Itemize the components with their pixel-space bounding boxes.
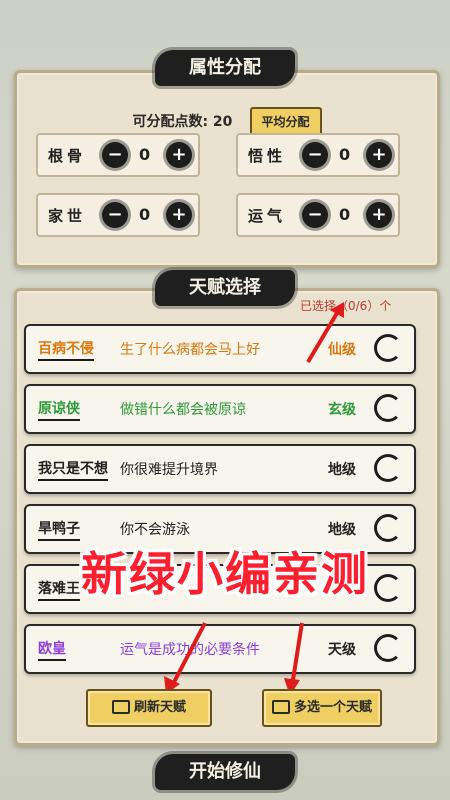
attr-insight: 悟性 − 0 + [236, 133, 400, 177]
attributes-panel: 可分配点数: 20 平均分配 根骨 − 0 + 悟性 − 0 + 家世 − 0 … [14, 70, 440, 268]
talent-title: 天赋选择 [155, 270, 295, 306]
talent-grade: 玄级 [328, 402, 356, 418]
talent-grade: 天级 [328, 642, 356, 658]
talent-card[interactable]: 欧皇 运气是成功的必要条件 天级 [24, 624, 416, 674]
multi-select-talent-button[interactable]: 多选一个天赋 [262, 689, 382, 727]
talent-desc: 你不会游泳 [120, 522, 190, 538]
talent-card[interactable]: 我只是不想 你很难提升境界 地级 [24, 444, 416, 494]
points-label: 可分配点数: 20 [132, 114, 233, 130]
plus-button[interactable]: + [166, 202, 192, 228]
attr-label: 悟性 [248, 147, 287, 165]
multi-label: 多选一个天赋 [293, 700, 372, 715]
plus-button[interactable]: + [366, 202, 392, 228]
video-icon [271, 699, 290, 714]
attr-luck: 运气 − 0 + [236, 193, 400, 237]
minus-button[interactable]: − [102, 142, 128, 168]
talent-name: 欧皇 [38, 638, 66, 661]
talent-name: 我只是不想 [38, 458, 108, 481]
select-circle-icon[interactable] [374, 334, 402, 362]
attr-value: 0 [139, 205, 151, 224]
minus-button[interactable]: − [302, 202, 328, 228]
talent-grade: 地级 [328, 462, 356, 478]
talent-desc: 生了什么病都会马上好 [120, 342, 260, 358]
refresh-label: 刷新天赋 [133, 700, 186, 715]
talent-card[interactable]: 原谅侠 做错什么都会被原谅 玄级 [24, 384, 416, 434]
attr-family: 家世 − 0 + [36, 193, 200, 237]
attr-root: 根骨 − 0 + [36, 133, 200, 177]
attr-value: 0 [339, 145, 351, 164]
video-icon [111, 699, 130, 714]
minus-button[interactable]: − [102, 202, 128, 228]
plus-button[interactable]: + [166, 142, 192, 168]
talent-grade: 地级 [328, 522, 356, 538]
start-cultivation-button[interactable]: 开始修仙 [155, 754, 295, 790]
talent-card[interactable]: 百病不侵 生了什么病都会马上好 仙级 [24, 324, 416, 374]
select-circle-icon[interactable] [374, 454, 402, 482]
red-arrow-icon [164, 622, 207, 694]
select-circle-icon[interactable] [374, 634, 402, 662]
refresh-talent-button[interactable]: 刷新天赋 [86, 689, 212, 727]
select-circle-icon[interactable] [374, 394, 402, 422]
watermark-text: 新绿小编亲测 [81, 547, 369, 601]
talent-desc: 做错什么都会被原谅 [120, 402, 246, 418]
attr-label: 运气 [248, 207, 287, 225]
average-allocate-button[interactable]: 平均分配 [249, 107, 322, 136]
attr-label: 根骨 [48, 147, 87, 165]
talent-name: 原谅侠 [38, 398, 80, 421]
attr-value: 0 [139, 145, 151, 164]
points-row: 可分配点数: 20 平均分配 [17, 107, 437, 136]
attr-value: 0 [339, 205, 351, 224]
minus-button[interactable]: − [302, 142, 328, 168]
talent-name: 百病不侵 [38, 338, 94, 361]
red-arrow-icon [284, 622, 304, 696]
red-arrow-icon [306, 302, 344, 364]
attr-label: 家世 [48, 207, 87, 225]
attributes-title: 属性分配 [155, 50, 295, 86]
talent-desc: 你很难提升境界 [120, 462, 218, 478]
plus-button[interactable]: + [366, 142, 392, 168]
